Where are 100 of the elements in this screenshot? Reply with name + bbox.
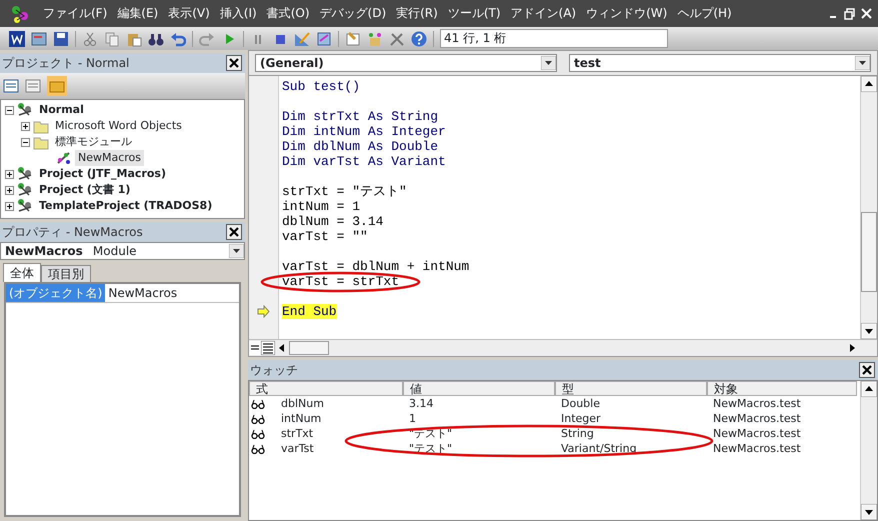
dropdown-arrow-icon[interactable] bbox=[855, 56, 870, 70]
scrollbar-thumb[interactable] bbox=[861, 212, 877, 292]
tools-icon[interactable] bbox=[389, 30, 405, 46]
undo-icon[interactable] bbox=[170, 30, 186, 46]
full-module-view-icon[interactable] bbox=[261, 341, 275, 355]
object-name: NewMacros bbox=[5, 244, 83, 258]
dropdown-arrow-icon[interactable] bbox=[229, 244, 244, 258]
scroll-up-icon[interactable] bbox=[861, 76, 877, 92]
menu-item[interactable]: ファイル(F) bbox=[38, 0, 112, 27]
menu-item[interactable]: 編集(E) bbox=[112, 0, 164, 27]
procedure-dropdown[interactable]: test bbox=[569, 54, 871, 72]
column-header[interactable]: 式 bbox=[249, 381, 403, 396]
code-line: Dim varTst As Variant bbox=[282, 154, 446, 169]
properties-tab[interactable]: 全体 bbox=[3, 263, 41, 282]
procedure-view-icon[interactable] bbox=[249, 341, 261, 355]
close-icon[interactable] bbox=[226, 55, 242, 71]
object-dropdown[interactable]: NewMacros Module bbox=[0, 242, 245, 260]
object-dropdown[interactable]: (General) bbox=[255, 54, 557, 72]
menu-item[interactable]: ウィンドウ(W) bbox=[581, 0, 672, 27]
watch-expression: varTst bbox=[281, 441, 314, 456]
property-name[interactable]: (オブジェクト名) bbox=[6, 284, 106, 302]
code-line: Dim dblNum As Double bbox=[282, 139, 438, 154]
project-explorer-icon[interactable] bbox=[316, 30, 332, 46]
dropdown-arrow-icon[interactable] bbox=[541, 56, 556, 70]
scroll-up-icon[interactable] bbox=[861, 381, 877, 397]
expand-icon[interactable] bbox=[5, 186, 14, 194]
code-line: Dim intNum As Integer bbox=[282, 124, 446, 139]
glasses-icon bbox=[251, 413, 265, 424]
column-header[interactable]: 値 bbox=[403, 381, 555, 396]
menu-item[interactable]: ヘルプ(H) bbox=[672, 0, 737, 27]
cut-icon[interactable] bbox=[82, 30, 98, 46]
code-line: intNum = 1 bbox=[282, 199, 360, 214]
menu-item[interactable]: 書式(O) bbox=[262, 0, 315, 27]
scroll-down-icon[interactable] bbox=[861, 323, 877, 339]
watch-context: NewMacros.test bbox=[712, 441, 802, 456]
tree-item[interactable]: 標準モジュール bbox=[52, 134, 135, 150]
watch-type: Double bbox=[560, 396, 601, 411]
expand-icon[interactable] bbox=[5, 170, 14, 178]
menu-item[interactable]: 挿入(I) bbox=[214, 0, 262, 27]
word-icon[interactable] bbox=[9, 30, 25, 46]
property-value[interactable]: NewMacros bbox=[105, 284, 180, 302]
menu-item[interactable]: ツール(T) bbox=[442, 0, 506, 27]
watch-value: 1 bbox=[408, 411, 417, 426]
project-icon bbox=[17, 102, 33, 118]
watch-type: Integer bbox=[560, 411, 602, 426]
project-icon bbox=[17, 182, 33, 198]
glasses-icon bbox=[251, 443, 265, 454]
glasses-icon bbox=[251, 428, 265, 439]
glasses-icon bbox=[251, 398, 265, 409]
watch-context: NewMacros.test bbox=[712, 426, 802, 441]
module-icon bbox=[56, 150, 72, 166]
watch-context: NewMacros.test bbox=[712, 396, 802, 411]
tree-item[interactable]: Project (文書 1) bbox=[36, 182, 134, 198]
column-header[interactable]: 対象 bbox=[707, 381, 857, 396]
properties-tab[interactable]: 項目別 bbox=[41, 265, 91, 282]
menu-item[interactable]: 表示(V) bbox=[163, 0, 215, 27]
collapse-icon[interactable] bbox=[5, 106, 14, 114]
watch-expression: intNum bbox=[281, 411, 322, 426]
save-icon[interactable] bbox=[53, 30, 69, 46]
code-line: dblNum = 3.14 bbox=[282, 214, 384, 229]
watch-type: Variant/String bbox=[560, 441, 638, 456]
tree-item[interactable]: Microsoft Word Objects bbox=[52, 118, 185, 134]
design-mode-icon[interactable] bbox=[294, 30, 310, 46]
code-line: Sub test() bbox=[282, 79, 360, 94]
app-icon bbox=[10, 4, 30, 24]
expand-icon[interactable] bbox=[5, 202, 14, 210]
collapse-icon[interactable] bbox=[21, 138, 30, 146]
watch-type: String bbox=[560, 426, 595, 441]
view-code-icon[interactable] bbox=[3, 78, 19, 94]
restore-icon[interactable] bbox=[844, 8, 855, 20]
watch-context: NewMacros.test bbox=[712, 411, 802, 426]
scroll-down-icon[interactable] bbox=[861, 504, 877, 520]
tree-item[interactable]: Normal bbox=[36, 102, 87, 118]
object-type: Module bbox=[92, 244, 137, 258]
project-icon bbox=[17, 166, 33, 182]
toggle-folders-icon[interactable] bbox=[47, 76, 67, 96]
tree-item[interactable]: TemplateProject (TRADOS8) bbox=[36, 198, 216, 214]
watch-expression: strTxt bbox=[281, 426, 314, 441]
code-line: Dim strTxt As String bbox=[282, 109, 438, 124]
code-line: strTxt = "テスト" bbox=[282, 184, 407, 199]
code-line: varTst = "" bbox=[282, 229, 368, 244]
menu-item[interactable]: 実行(R) bbox=[391, 0, 443, 27]
position-field: 41 行, 1 桁 bbox=[440, 29, 668, 48]
watch-expression: dblNum bbox=[281, 396, 324, 411]
close-icon[interactable] bbox=[859, 362, 875, 378]
menu-item[interactable]: アドイン(A) bbox=[506, 0, 582, 27]
expand-icon[interactable] bbox=[21, 122, 30, 130]
tree-item[interactable]: NewMacros bbox=[75, 150, 144, 166]
tree-item[interactable]: Project (JTF_Macros) bbox=[36, 166, 169, 182]
form-icon[interactable] bbox=[31, 30, 47, 46]
view-object-icon[interactable] bbox=[25, 78, 41, 94]
close-icon[interactable] bbox=[226, 224, 242, 240]
code-line: varTst = dblNum + intNum bbox=[282, 259, 470, 274]
help-icon[interactable] bbox=[411, 30, 427, 46]
menu-item[interactable]: デバッグ(D) bbox=[314, 0, 392, 27]
watch-value: 3.14 bbox=[408, 396, 434, 411]
project-icon bbox=[17, 198, 33, 214]
scrollbar-thumb[interactable] bbox=[289, 341, 329, 355]
code-line: varTst = strTxt bbox=[282, 274, 400, 289]
column-header[interactable]: 型 bbox=[555, 381, 707, 396]
